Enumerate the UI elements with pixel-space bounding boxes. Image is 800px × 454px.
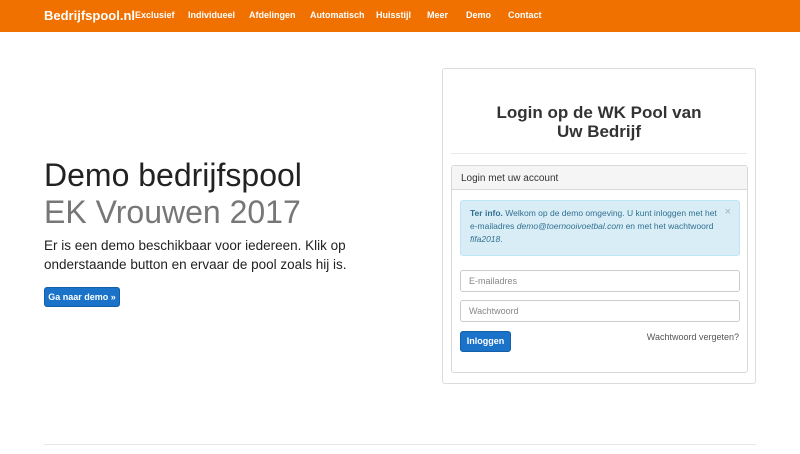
- nav-item-exclusief[interactable]: Exclusief: [135, 10, 175, 20]
- nav-item-demo[interactable]: Demo: [466, 10, 491, 20]
- alert-demo-password: fifa2018: [470, 234, 501, 244]
- info-alert: Ter info. Welkom op de demo omgeving. U …: [460, 200, 740, 256]
- nav-item-huisstijl[interactable]: Huisstijl: [376, 10, 411, 20]
- login-panel: Login met uw account Ter info. Welkom op…: [451, 165, 748, 373]
- alert-text-3: .: [500, 234, 503, 244]
- hero-title: Demo bedrijfspool: [44, 157, 302, 193]
- card-divider: [451, 153, 747, 154]
- login-panel-heading: Login met uw account: [452, 166, 747, 190]
- alert-strong: Ter info.: [470, 208, 503, 218]
- login-heading-line2: Uw Bedrijf: [556, 122, 642, 141]
- top-navbar: Bedrijfspool.nl Exclusief Individueel Af…: [0, 0, 800, 32]
- login-heading: Login op de WK Pool van Uw Bedrijf: [443, 103, 755, 141]
- email-field[interactable]: [460, 270, 740, 292]
- alert-text-2: en met het wachtwoord: [623, 221, 714, 231]
- nav-item-meer[interactable]: Meer: [427, 10, 448, 20]
- hero-description: Er is een demo beschikbaar voor iedereen…: [44, 238, 347, 272]
- password-field[interactable]: [460, 300, 740, 322]
- nav-item-afdelingen[interactable]: Afdelingen: [249, 10, 296, 20]
- nav-item-automatisch[interactable]: Automatisch: [310, 10, 365, 20]
- bottom-divider: [44, 444, 756, 445]
- hero-subtitle: EK Vrouwen 2017: [44, 194, 301, 230]
- login-heading-line1: Login op de WK Pool van: [496, 103, 702, 122]
- nav-item-individueel[interactable]: Individueel: [188, 10, 235, 20]
- login-button[interactable]: Inloggen: [460, 331, 511, 352]
- nav-item-contact[interactable]: Contact: [508, 10, 542, 20]
- brand-link[interactable]: Bedrijfspool.nl: [44, 8, 135, 23]
- go-to-demo-button[interactable]: Ga naar demo »: [44, 287, 120, 307]
- alert-demo-email: demo@toernooivoetbal.com: [516, 221, 624, 231]
- login-card: Login op de WK Pool van Uw Bedrijf Login…: [442, 68, 756, 384]
- forgot-password-link[interactable]: Wachtwoord vergeten?: [647, 332, 739, 342]
- close-icon[interactable]: ×: [725, 206, 731, 219]
